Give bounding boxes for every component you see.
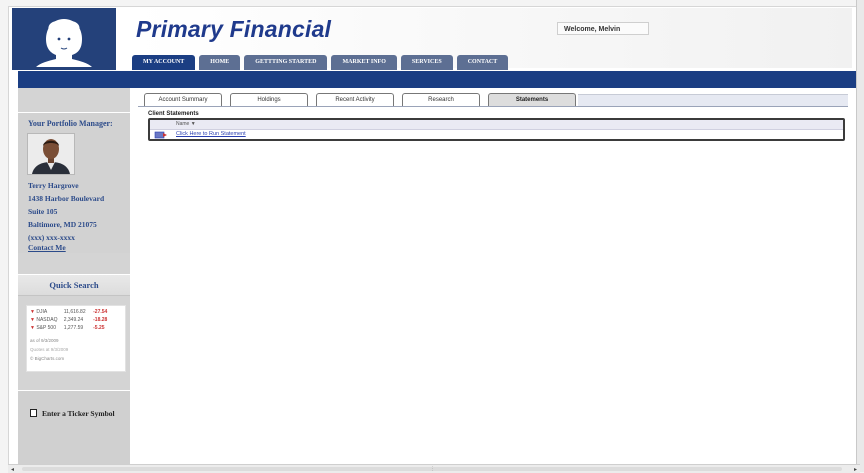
ticker-row[interactable]: ▼ NASDAQ 2,349.24 -18.28 [30, 317, 107, 324]
quick-search-header[interactable]: Quick Search [18, 274, 130, 296]
ticker-symbol-panel: Enter a Ticker Symbol [18, 390, 130, 465]
tab-recent-activity[interactable]: Recent Activity [316, 93, 394, 107]
manager-phone: (xxx) xxx-xxxx [28, 233, 75, 242]
tab-statements[interactable]: Statements [488, 93, 576, 107]
enter-ticker-link[interactable]: Enter a Ticker Symbol [30, 409, 115, 418]
ticker-symbol: NASDAQ [36, 317, 58, 323]
ticker-change: -27.54 [93, 309, 108, 315]
ticker-value: 1,277.59 [63, 325, 84, 331]
account-tabs: Account Summary Holdings Recent Activity… [144, 93, 576, 107]
tab-research[interactable]: Research [402, 93, 480, 107]
ticker-change: -5.25 [93, 325, 105, 331]
nav-bar [18, 71, 860, 88]
ticker-delay-note: Quotes at 9/3/2009 [30, 347, 69, 352]
manager-address1: 1438 Harbor Boulevard [28, 194, 105, 203]
enter-ticker-label: Enter a Ticker Symbol [42, 409, 115, 418]
grip-icon: ⋮ [430, 466, 435, 472]
down-arrow-icon: ▼ [30, 325, 35, 331]
name-column-header[interactable]: Name ▼ [176, 121, 196, 127]
manager-city: Baltimore, MD 21075 [28, 220, 97, 229]
run-statement-link[interactable]: Click Here to Run Statement [176, 131, 246, 137]
tab-contact[interactable]: CONTACT [456, 55, 509, 70]
ticker-value: 11,616.82 [63, 309, 86, 315]
tab-account-summary[interactable]: Account Summary [144, 93, 222, 107]
portfolio-manager-panel: Your Portfolio Manager: Terry Hargrove 1… [18, 112, 130, 253]
down-arrow-icon: ▼ [30, 309, 35, 315]
ticker-symbol: S&P 500 [36, 325, 56, 331]
table-header: Name ▼ [150, 120, 843, 130]
ticker-source-link[interactable]: © BigCharts.com [30, 356, 64, 361]
divider [138, 106, 848, 107]
welcome-box: Welcome, Melvin [557, 22, 649, 35]
statements-table: Name ▼ Click Here to Run Statement [148, 118, 845, 141]
ticker-row[interactable]: ▼ S&P 500 1,277.59 -5.25 [30, 325, 105, 332]
brand-title[interactable]: Primary Financial [136, 16, 331, 43]
main-nav: MY ACCOUNT HOME GETTTING STARTED MARKET … [132, 55, 509, 70]
down-arrow-icon: ▼ [30, 317, 35, 323]
tab-market-info[interactable]: MARKET INFO [331, 55, 397, 70]
ticker-as-of: as of 9/3/2009 [30, 338, 59, 343]
portrait-logo-icon [36, 19, 92, 67]
market-ticker: ▼ DJIA 11,616.82 -27.54 ▼ NASDAQ 2,349.2… [26, 305, 126, 372]
table-row: Click Here to Run Statement [150, 131, 843, 140]
manager-name: Terry Hargrove [28, 181, 79, 190]
client-statements-title: Client Statements [148, 111, 199, 117]
tab-getting-started[interactable]: GETTTING STARTED [244, 55, 328, 70]
ticker-row[interactable]: ▼ DJIA 11,616.82 -27.54 [30, 309, 107, 316]
tab-my-account[interactable]: MY ACCOUNT [132, 55, 196, 70]
ticker-change: -18.28 [93, 317, 108, 323]
contact-me-link[interactable]: Contact Me [28, 243, 66, 252]
manager-photo [27, 133, 75, 175]
document-icon [30, 409, 37, 417]
avatar [28, 134, 74, 174]
manager-address2: Suite 105 [28, 207, 58, 216]
ticker-symbol: DJIA [36, 309, 48, 315]
portfolio-manager-title: Your Portfolio Manager: [28, 119, 113, 128]
tab-holdings[interactable]: Holdings [230, 93, 308, 107]
tab-services[interactable]: SERVICES [400, 55, 453, 70]
report-icon [154, 131, 167, 139]
tab-home[interactable]: HOME [199, 55, 241, 70]
ticker-value: 2,349.24 [63, 317, 84, 323]
window-edge [856, 0, 864, 472]
logo[interactable] [12, 8, 116, 70]
